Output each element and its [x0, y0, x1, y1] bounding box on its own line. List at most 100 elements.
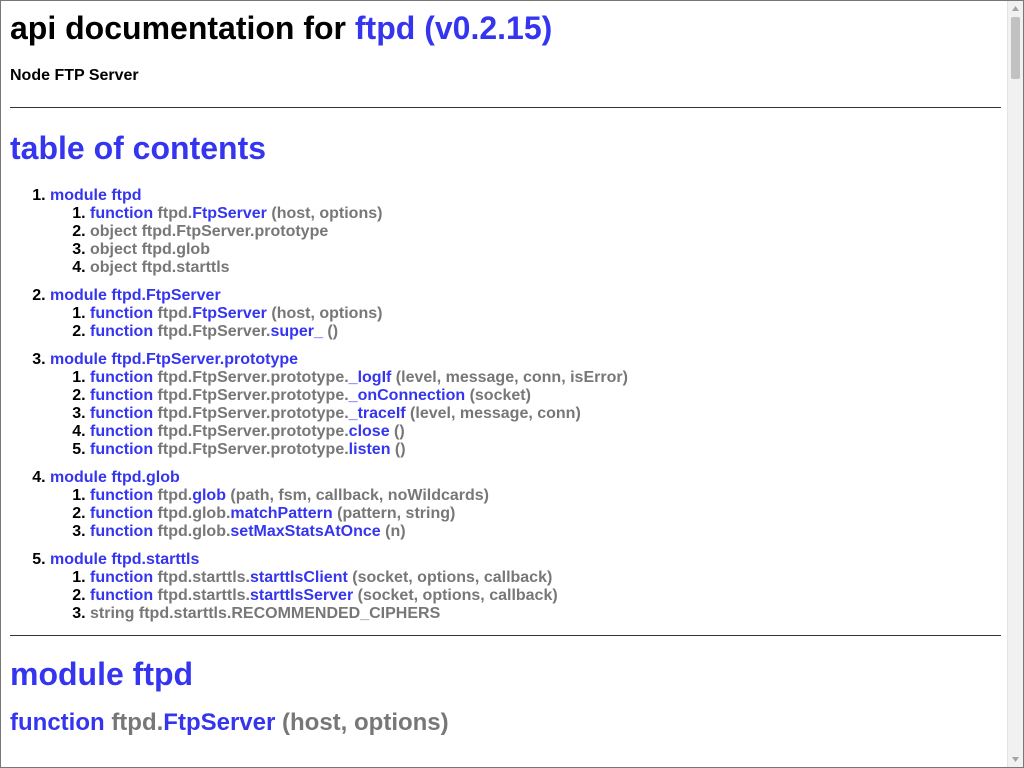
toc-entry-name-link[interactable]: FtpServer [192, 205, 267, 222]
toc-entry-name-link[interactable]: starttlsServer [250, 587, 353, 604]
toc-entry-kind-link[interactable]: function [90, 369, 153, 386]
toc-entry: function ftpd.FtpServer.prototype._onCon… [90, 387, 1001, 405]
toc-entry-name-link[interactable]: super_ [270, 323, 322, 340]
toc-entry-args: () [394, 441, 406, 458]
toc-list: module ftpdfunction ftpd.FtpServer (host… [10, 187, 1001, 623]
toc-entry-args: (level, message, conn, isError) [395, 369, 628, 386]
page-title-prefix: api documentation for [10, 10, 355, 46]
toc-module-link[interactable]: module ftpd.starttls [50, 551, 199, 568]
toc-entry: function ftpd.glob.matchPattern (pattern… [90, 505, 1001, 523]
toc-entry-args: (host, options) [271, 205, 383, 222]
toc-entry-kind-link[interactable]: function [90, 587, 153, 604]
toc-entry-plain: object ftpd.FtpServer.prototype [90, 223, 329, 240]
toc-entry: object ftpd.glob [90, 241, 1001, 259]
divider [10, 635, 1001, 636]
toc-entry: function ftpd.FtpServer.prototype._trace… [90, 405, 1001, 423]
toc-entry: function ftpd.FtpServer.super_ () [90, 323, 1001, 341]
toc-entry-prefix: ftpd.FtpServer.prototype. [157, 387, 349, 404]
toc-sublist: function ftpd.FtpServer (host, options)o… [50, 205, 1001, 277]
toc-sublist: function ftpd.FtpServer.prototype._logIf… [50, 369, 1001, 459]
toc-entry: function ftpd.starttls.starttlsClient (s… [90, 569, 1001, 587]
toc-sublist: function ftpd.FtpServer (host, options)f… [50, 305, 1001, 341]
toc-entry-name-link[interactable]: glob [192, 487, 226, 504]
toc-module-item: module ftpdfunction ftpd.FtpServer (host… [50, 187, 1001, 277]
toc-entry-kind-link[interactable]: function [90, 569, 153, 586]
toc-heading: table of contents [10, 130, 1001, 166]
toc-entry-kind-link[interactable]: function [90, 305, 153, 322]
toc-entry-args: (level, message, conn) [410, 405, 581, 422]
scroll-thumb[interactable] [1011, 17, 1020, 79]
toc-entry-kind-link[interactable]: function [90, 523, 153, 540]
toc-entry-args: (socket, options, callback) [357, 587, 558, 604]
toc-entry-prefix: ftpd.FtpServer.prototype. [157, 369, 349, 386]
toc-entry-kind-link[interactable]: function [90, 405, 153, 422]
toc-module-link[interactable]: module ftpd.glob [50, 469, 180, 486]
toc-entry: function ftpd.FtpServer.prototype._logIf… [90, 369, 1001, 387]
toc-module-link[interactable]: module ftpd [50, 187, 142, 204]
toc-sublist: function ftpd.glob (path, fsm, callback,… [50, 487, 1001, 541]
toc-module-item: module ftpd.globfunction ftpd.glob (path… [50, 469, 1001, 541]
toc-entry: function ftpd.starttls.starttlsServer (s… [90, 587, 1001, 605]
toc-entry-prefix: ftpd. [157, 305, 193, 322]
triangle-up-icon[interactable] [1008, 1, 1023, 16]
vertical-scrollbar[interactable] [1007, 1, 1023, 767]
toc-entry-args: (socket) [469, 387, 531, 404]
toc-entry: string ftpd.starttls.RECOMMENDED_CIPHERS [90, 605, 1001, 623]
function-kind-link[interactable]: function [10, 709, 105, 736]
toc-entry-prefix: ftpd. [157, 487, 193, 504]
toc-entry-name-link[interactable]: _logIf [349, 369, 392, 386]
triangle-down-icon[interactable] [1008, 752, 1023, 767]
toc-entry-name-link[interactable]: starttlsClient [250, 569, 348, 586]
toc-entry-kind-link[interactable]: function [90, 205, 153, 222]
toc-entry-prefix: ftpd.FtpServer. [157, 323, 271, 340]
toc-entry: function ftpd.FtpServer (host, options) [90, 305, 1001, 323]
toc-entry-prefix: ftpd.glob. [157, 523, 231, 540]
toc-entry-name-link[interactable]: matchPattern [230, 505, 332, 522]
toc-sublist: function ftpd.starttls.starttlsClient (s… [50, 569, 1001, 623]
toc-entry-plain: string ftpd.starttls.RECOMMENDED_CIPHERS [90, 605, 441, 622]
package-link[interactable]: ftpd (v0.2.15) [355, 10, 552, 46]
toc-entry-kind-link[interactable]: function [90, 423, 153, 440]
toc-entry-name-link[interactable]: listen [349, 441, 391, 458]
toc-entry: function ftpd.FtpServer (host, options) [90, 205, 1001, 223]
toc-module-item: module ftpd.starttlsfunction ftpd.startt… [50, 551, 1001, 623]
page-title: api documentation for ftpd (v0.2.15) [10, 10, 1001, 46]
toc-entry-plain: object ftpd.starttls [90, 259, 230, 276]
doc-page: api documentation for ftpd (v0.2.15) Nod… [10, 1, 1001, 767]
toc-entry: function ftpd.FtpServer.prototype.listen… [90, 441, 1001, 459]
toc-entry-name-link[interactable]: _onConnection [349, 387, 465, 404]
toc-entry-kind-link[interactable]: function [90, 323, 153, 340]
module-heading: module ftpd [10, 656, 1001, 692]
toc-entry-name-link[interactable]: setMaxStatsAtOnce [230, 523, 380, 540]
module-heading-link[interactable]: module ftpd [10, 656, 193, 692]
toc-entry: function ftpd.FtpServer.prototype.close … [90, 423, 1001, 441]
toc-entry-name-link[interactable]: _traceIf [349, 405, 406, 422]
toc-entry-args: (socket, options, callback) [352, 569, 553, 586]
toc-entry-prefix: ftpd.starttls. [157, 569, 250, 586]
toc-entry: object ftpd.FtpServer.prototype [90, 223, 1001, 241]
toc-entry-kind-link[interactable]: function [90, 505, 153, 522]
toc-entry: object ftpd.starttls [90, 259, 1001, 277]
function-args: (host, options) [282, 709, 449, 736]
toc-module-link[interactable]: module ftpd.FtpServer [50, 287, 221, 304]
toc-heading-link[interactable]: table of contents [10, 130, 266, 166]
toc-entry-kind-link[interactable]: function [90, 441, 153, 458]
toc-entry-args: () [394, 423, 405, 440]
toc-entry-args: (pattern, string) [337, 505, 456, 522]
function-heading: function ftpd.FtpServer (host, options) [10, 709, 1001, 737]
function-prefix: ftpd. [111, 709, 164, 736]
toc-entry-name-link[interactable]: close [349, 423, 390, 440]
function-name-link[interactable]: FtpServer [163, 709, 275, 736]
toc-entry-prefix: ftpd.starttls. [157, 587, 250, 604]
toc-entry-kind-link[interactable]: function [90, 387, 153, 404]
toc-entry-args: (path, fsm, callback, noWildcards) [230, 487, 489, 504]
toc-entry: function ftpd.glob (path, fsm, callback,… [90, 487, 1001, 505]
toc-entry-prefix: ftpd. [157, 205, 193, 222]
toc-entry-args: (host, options) [271, 305, 383, 322]
toc-entry-name-link[interactable]: FtpServer [192, 305, 267, 322]
toc-entry-plain: object ftpd.glob [90, 241, 210, 258]
toc-module-item: module ftpd.FtpServerfunction ftpd.FtpSe… [50, 287, 1001, 341]
toc-entry-kind-link[interactable]: function [90, 487, 153, 504]
toc-module-link[interactable]: module ftpd.FtpServer.prototype [50, 351, 298, 368]
toc-entry-args: () [327, 323, 339, 340]
